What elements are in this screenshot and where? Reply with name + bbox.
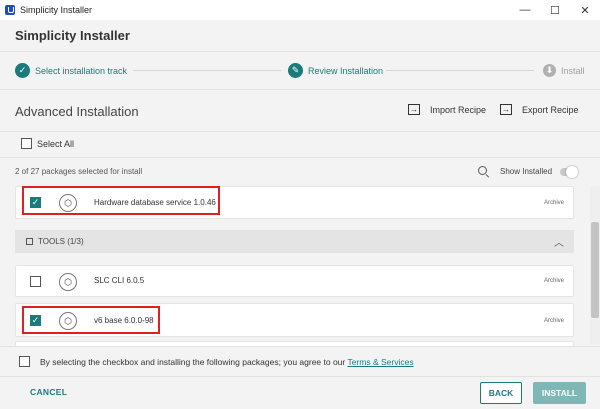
agreement-text-body: By selecting the checkbox and installing…	[40, 357, 348, 367]
page-title: Simplicity Installer	[15, 28, 130, 43]
package-icon: ⬡	[59, 273, 77, 291]
app-logo-icon	[5, 5, 15, 15]
back-button[interactable]: BACK	[480, 382, 522, 404]
export-recipe-label: Export Recipe	[522, 104, 579, 115]
minimize-button[interactable]: —	[510, 0, 540, 20]
install-button[interactable]: INSTALL	[533, 382, 586, 404]
step-label: Review Installation	[308, 65, 384, 76]
select-all-label: Select All	[37, 139, 75, 149]
window-controls: — ☐ ✕	[510, 0, 600, 20]
group-checkbox[interactable]	[26, 238, 33, 245]
search-icon[interactable]	[478, 166, 487, 175]
window-titlebar: Simplicity Installer — ☐ ✕	[0, 0, 600, 20]
group-header-tools[interactable]: TOOLS (1/3) ︿	[15, 230, 574, 253]
highlight-box	[22, 306, 160, 334]
selected-count-text: 2 of 27 packages selected for install	[15, 167, 143, 176]
stepper-connector	[386, 70, 534, 71]
installation-stepper: ✓ Select installation track ✎ Review Ins…	[0, 52, 600, 90]
import-recipe-button[interactable]: → Import Recipe	[408, 104, 486, 115]
step-label: Install	[561, 65, 585, 76]
advanced-installation-bar: Advanced Installation → Import Recipe → …	[0, 90, 600, 130]
group-label: TOOLS (1/3)	[38, 237, 84, 246]
footer-actions: CANCEL BACK INSTALL	[0, 376, 600, 409]
maximize-button[interactable]: ☐	[540, 0, 570, 20]
import-recipe-label: Import Recipe	[430, 104, 487, 115]
cancel-button[interactable]: CANCEL	[30, 387, 67, 397]
stepper-connector	[133, 70, 281, 71]
pencil-icon: ✎	[288, 63, 303, 78]
agreement-text: By selecting the checkbox and installing…	[40, 357, 414, 367]
select-all-checkbox[interactable]	[21, 138, 32, 149]
step-review-installation[interactable]: ✎ Review Installation	[288, 63, 383, 78]
agreement-row: By selecting the checkbox and installing…	[0, 346, 600, 376]
import-icon: →	[408, 104, 420, 115]
package-name: SLC CLI 6.0.5	[94, 276, 145, 285]
select-all-row: Select All	[0, 131, 600, 153]
check-icon: ✓	[15, 63, 30, 78]
show-installed-toggle[interactable]	[560, 166, 578, 178]
package-tag: Archive	[543, 278, 564, 284]
agreement-checkbox[interactable]	[19, 356, 30, 367]
terms-link[interactable]: Terms & Services	[347, 357, 413, 367]
export-icon: →	[500, 104, 512, 115]
package-checkbox[interactable]	[30, 276, 41, 287]
package-tag: Archive	[543, 318, 564, 324]
package-summary-row: 2 of 27 packages selected for install Sh…	[0, 157, 600, 185]
step-label: Select installation track	[35, 65, 128, 76]
step-install: ⬇ Install	[543, 64, 585, 77]
export-recipe-button[interactable]: → Export Recipe	[500, 104, 579, 115]
step-select-track[interactable]: ✓ Select installation track	[15, 63, 127, 78]
show-installed-label: Show Installed	[500, 167, 553, 176]
package-card: ⬡ SLC CLI 6.0.5 Archive	[15, 265, 574, 297]
package-tag: Archive	[543, 200, 564, 206]
download-icon: ⬇	[543, 64, 556, 77]
chevron-up-icon[interactable]: ︿	[554, 234, 564, 249]
scrollbar-thumb[interactable]	[591, 222, 599, 318]
section-title: Advanced Installation	[15, 104, 139, 119]
app-header: Simplicity Installer	[0, 20, 600, 52]
highlight-box	[22, 186, 220, 215]
close-button[interactable]: ✕	[570, 0, 600, 20]
window-title: Simplicity Installer	[20, 5, 93, 15]
